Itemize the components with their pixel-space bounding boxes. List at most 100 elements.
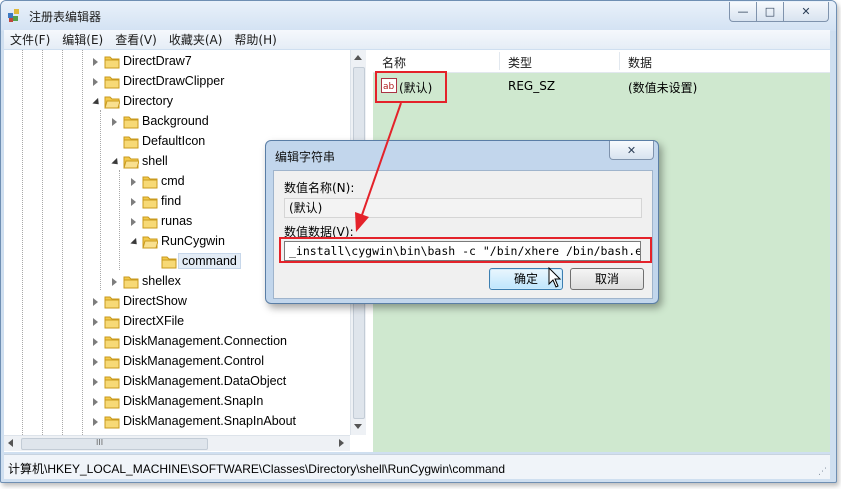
folder-icon bbox=[142, 176, 158, 189]
folder-icon bbox=[104, 356, 120, 369]
scroll-up-icon[interactable] bbox=[354, 55, 362, 60]
scrollbar-grip: III bbox=[96, 438, 104, 447]
tree-item[interactable]: DirectXFile bbox=[4, 312, 365, 332]
expand-arrow-icon[interactable] bbox=[93, 378, 98, 386]
close-icon: ✕ bbox=[626, 143, 637, 157]
close-button[interactable]: ✕ bbox=[783, 2, 829, 22]
registry-editor-app-icon bbox=[8, 9, 19, 22]
expand-arrow-icon[interactable] bbox=[93, 418, 98, 426]
folder-icon bbox=[142, 196, 158, 209]
folder-icon bbox=[123, 116, 139, 129]
collapse-arrow-icon[interactable] bbox=[92, 97, 102, 108]
folder-icon bbox=[123, 136, 139, 149]
menu-file[interactable]: 文件(F) bbox=[4, 31, 56, 48]
expand-arrow-icon[interactable] bbox=[93, 398, 98, 406]
tree-item-label: DiskManagement.Connection bbox=[123, 334, 287, 348]
folder-icon bbox=[161, 256, 177, 269]
annotation-highlight-box bbox=[279, 237, 652, 263]
expand-arrow-icon[interactable] bbox=[93, 58, 98, 66]
cancel-button[interactable]: 取消 bbox=[570, 268, 644, 290]
tree-item-label: shell bbox=[142, 154, 168, 168]
collapse-arrow-icon[interactable] bbox=[111, 157, 121, 168]
expand-arrow-icon[interactable] bbox=[93, 298, 98, 306]
expand-arrow-icon[interactable] bbox=[93, 358, 98, 366]
folder-open-icon bbox=[142, 236, 158, 249]
tree-item-label: runas bbox=[161, 214, 193, 228]
folder-icon bbox=[104, 336, 120, 349]
tree-item[interactable]: Background bbox=[4, 112, 365, 132]
minimize-button[interactable]: — bbox=[729, 2, 757, 22]
scroll-left-icon[interactable] bbox=[8, 439, 13, 447]
tree-item-label: DiskManagement.SnapIn bbox=[123, 394, 264, 408]
tree-item-label: RunCygwin bbox=[161, 234, 225, 248]
mouse-pointer-icon bbox=[548, 267, 562, 288]
expand-arrow-icon[interactable] bbox=[93, 338, 98, 346]
folder-icon bbox=[142, 216, 158, 229]
tree-item[interactable]: DiskManagement.DataObject bbox=[4, 372, 365, 392]
tree-item-label: shellex bbox=[142, 274, 181, 288]
status-key-path: 计算机\HKEY_LOCAL_MACHINE\SOFTWARE\Classes\… bbox=[8, 462, 506, 476]
title-bar[interactable]: 注册表编辑器 — □ ✕ bbox=[1, 1, 836, 31]
expand-arrow-icon[interactable] bbox=[112, 278, 117, 286]
tree-horizontal-scrollbar[interactable]: III bbox=[4, 435, 350, 451]
tree-item[interactable]: DirectDrawClipper bbox=[4, 72, 365, 92]
expand-arrow-icon[interactable] bbox=[131, 178, 136, 186]
folder-icon bbox=[104, 56, 120, 69]
menu-bar: 文件(F) 编辑(E) 查看(V) 收藏夹(A) 帮助(H) bbox=[4, 30, 830, 49]
expand-arrow-icon[interactable] bbox=[93, 318, 98, 326]
tree-item-label: DiskManagement.DataObject bbox=[123, 374, 287, 388]
menu-help[interactable]: 帮助(H) bbox=[228, 31, 282, 48]
value-name-field: (默认) bbox=[284, 198, 642, 218]
minimize-icon: — bbox=[737, 5, 749, 18]
tree-item-label: find bbox=[161, 194, 182, 208]
tree-item-label: DirectDraw7 bbox=[123, 54, 192, 68]
folder-open-icon bbox=[104, 96, 120, 109]
collapse-arrow-icon[interactable] bbox=[130, 237, 140, 248]
edit-string-dialog: 编辑字符串 ✕ 数值名称(N): (默认) 数值数据(V): _install\… bbox=[265, 140, 659, 304]
menu-view[interactable]: 查看(V) bbox=[109, 31, 163, 48]
tree-item-label: Background bbox=[142, 114, 209, 128]
menu-edit[interactable]: 编辑(E) bbox=[56, 31, 109, 48]
scroll-down-icon[interactable] bbox=[354, 424, 362, 429]
dialog-title: 编辑字符串 bbox=[275, 150, 336, 164]
tree-item[interactable]: Directory bbox=[4, 92, 365, 112]
tree-item-label: DirectShow bbox=[123, 294, 187, 308]
folder-icon bbox=[104, 316, 120, 329]
folder-icon bbox=[104, 296, 120, 309]
tree-item[interactable]: DiskManagement.SnapIn bbox=[4, 392, 365, 412]
tree-item-label: Directory bbox=[123, 94, 174, 108]
status-bar: 计算机\HKEY_LOCAL_MACHINE\SOFTWARE\Classes\… bbox=[4, 454, 830, 479]
expand-arrow-icon[interactable] bbox=[112, 118, 117, 126]
tree-item-label: cmd bbox=[161, 174, 185, 188]
tree-item-label: DirectDrawClipper bbox=[123, 74, 225, 88]
column-divider[interactable] bbox=[619, 52, 620, 70]
scrollbar-thumb[interactable] bbox=[21, 438, 208, 450]
column-header-data[interactable]: 数据 bbox=[628, 54, 652, 71]
tree-item-label: DiskManagement.SnapInAbout bbox=[123, 414, 297, 428]
folder-icon bbox=[104, 76, 120, 89]
tree-item[interactable]: DirectDraw7 bbox=[4, 52, 365, 72]
maximize-button[interactable]: □ bbox=[756, 2, 784, 22]
expand-arrow-icon[interactable] bbox=[93, 78, 98, 86]
tree-item-label: DefaultIcon bbox=[142, 134, 206, 148]
dialog-body: 数值名称(N): (默认) 数值数据(V): _install\cygwin\b… bbox=[273, 170, 653, 299]
tree-item[interactable]: DiskManagement.SnapInAbout bbox=[4, 412, 365, 432]
tree-item[interactable]: DiskManagement.Control bbox=[4, 352, 365, 372]
values-header: 名称 类型 数据 bbox=[373, 50, 830, 73]
column-header-name[interactable]: 名称 bbox=[382, 54, 406, 71]
menu-favorites[interactable]: 收藏夹(A) bbox=[163, 31, 229, 48]
column-divider[interactable] bbox=[499, 52, 500, 70]
dialog-close-button[interactable]: ✕ bbox=[609, 141, 654, 160]
folder-icon bbox=[104, 416, 120, 429]
folder-icon bbox=[123, 276, 139, 289]
resize-grip-icon[interactable]: ⋰ bbox=[818, 467, 827, 477]
scroll-right-icon[interactable] bbox=[339, 439, 344, 447]
expand-arrow-icon[interactable] bbox=[131, 198, 136, 206]
folder-icon bbox=[104, 376, 120, 389]
column-header-type[interactable]: 类型 bbox=[508, 54, 532, 71]
value-data: (数值未设置) bbox=[628, 81, 698, 95]
expand-arrow-icon[interactable] bbox=[131, 218, 136, 226]
tree-item[interactable]: DiskManagement.Connection bbox=[4, 332, 365, 352]
close-icon: ✕ bbox=[801, 5, 811, 18]
folder-open-icon bbox=[123, 156, 139, 169]
